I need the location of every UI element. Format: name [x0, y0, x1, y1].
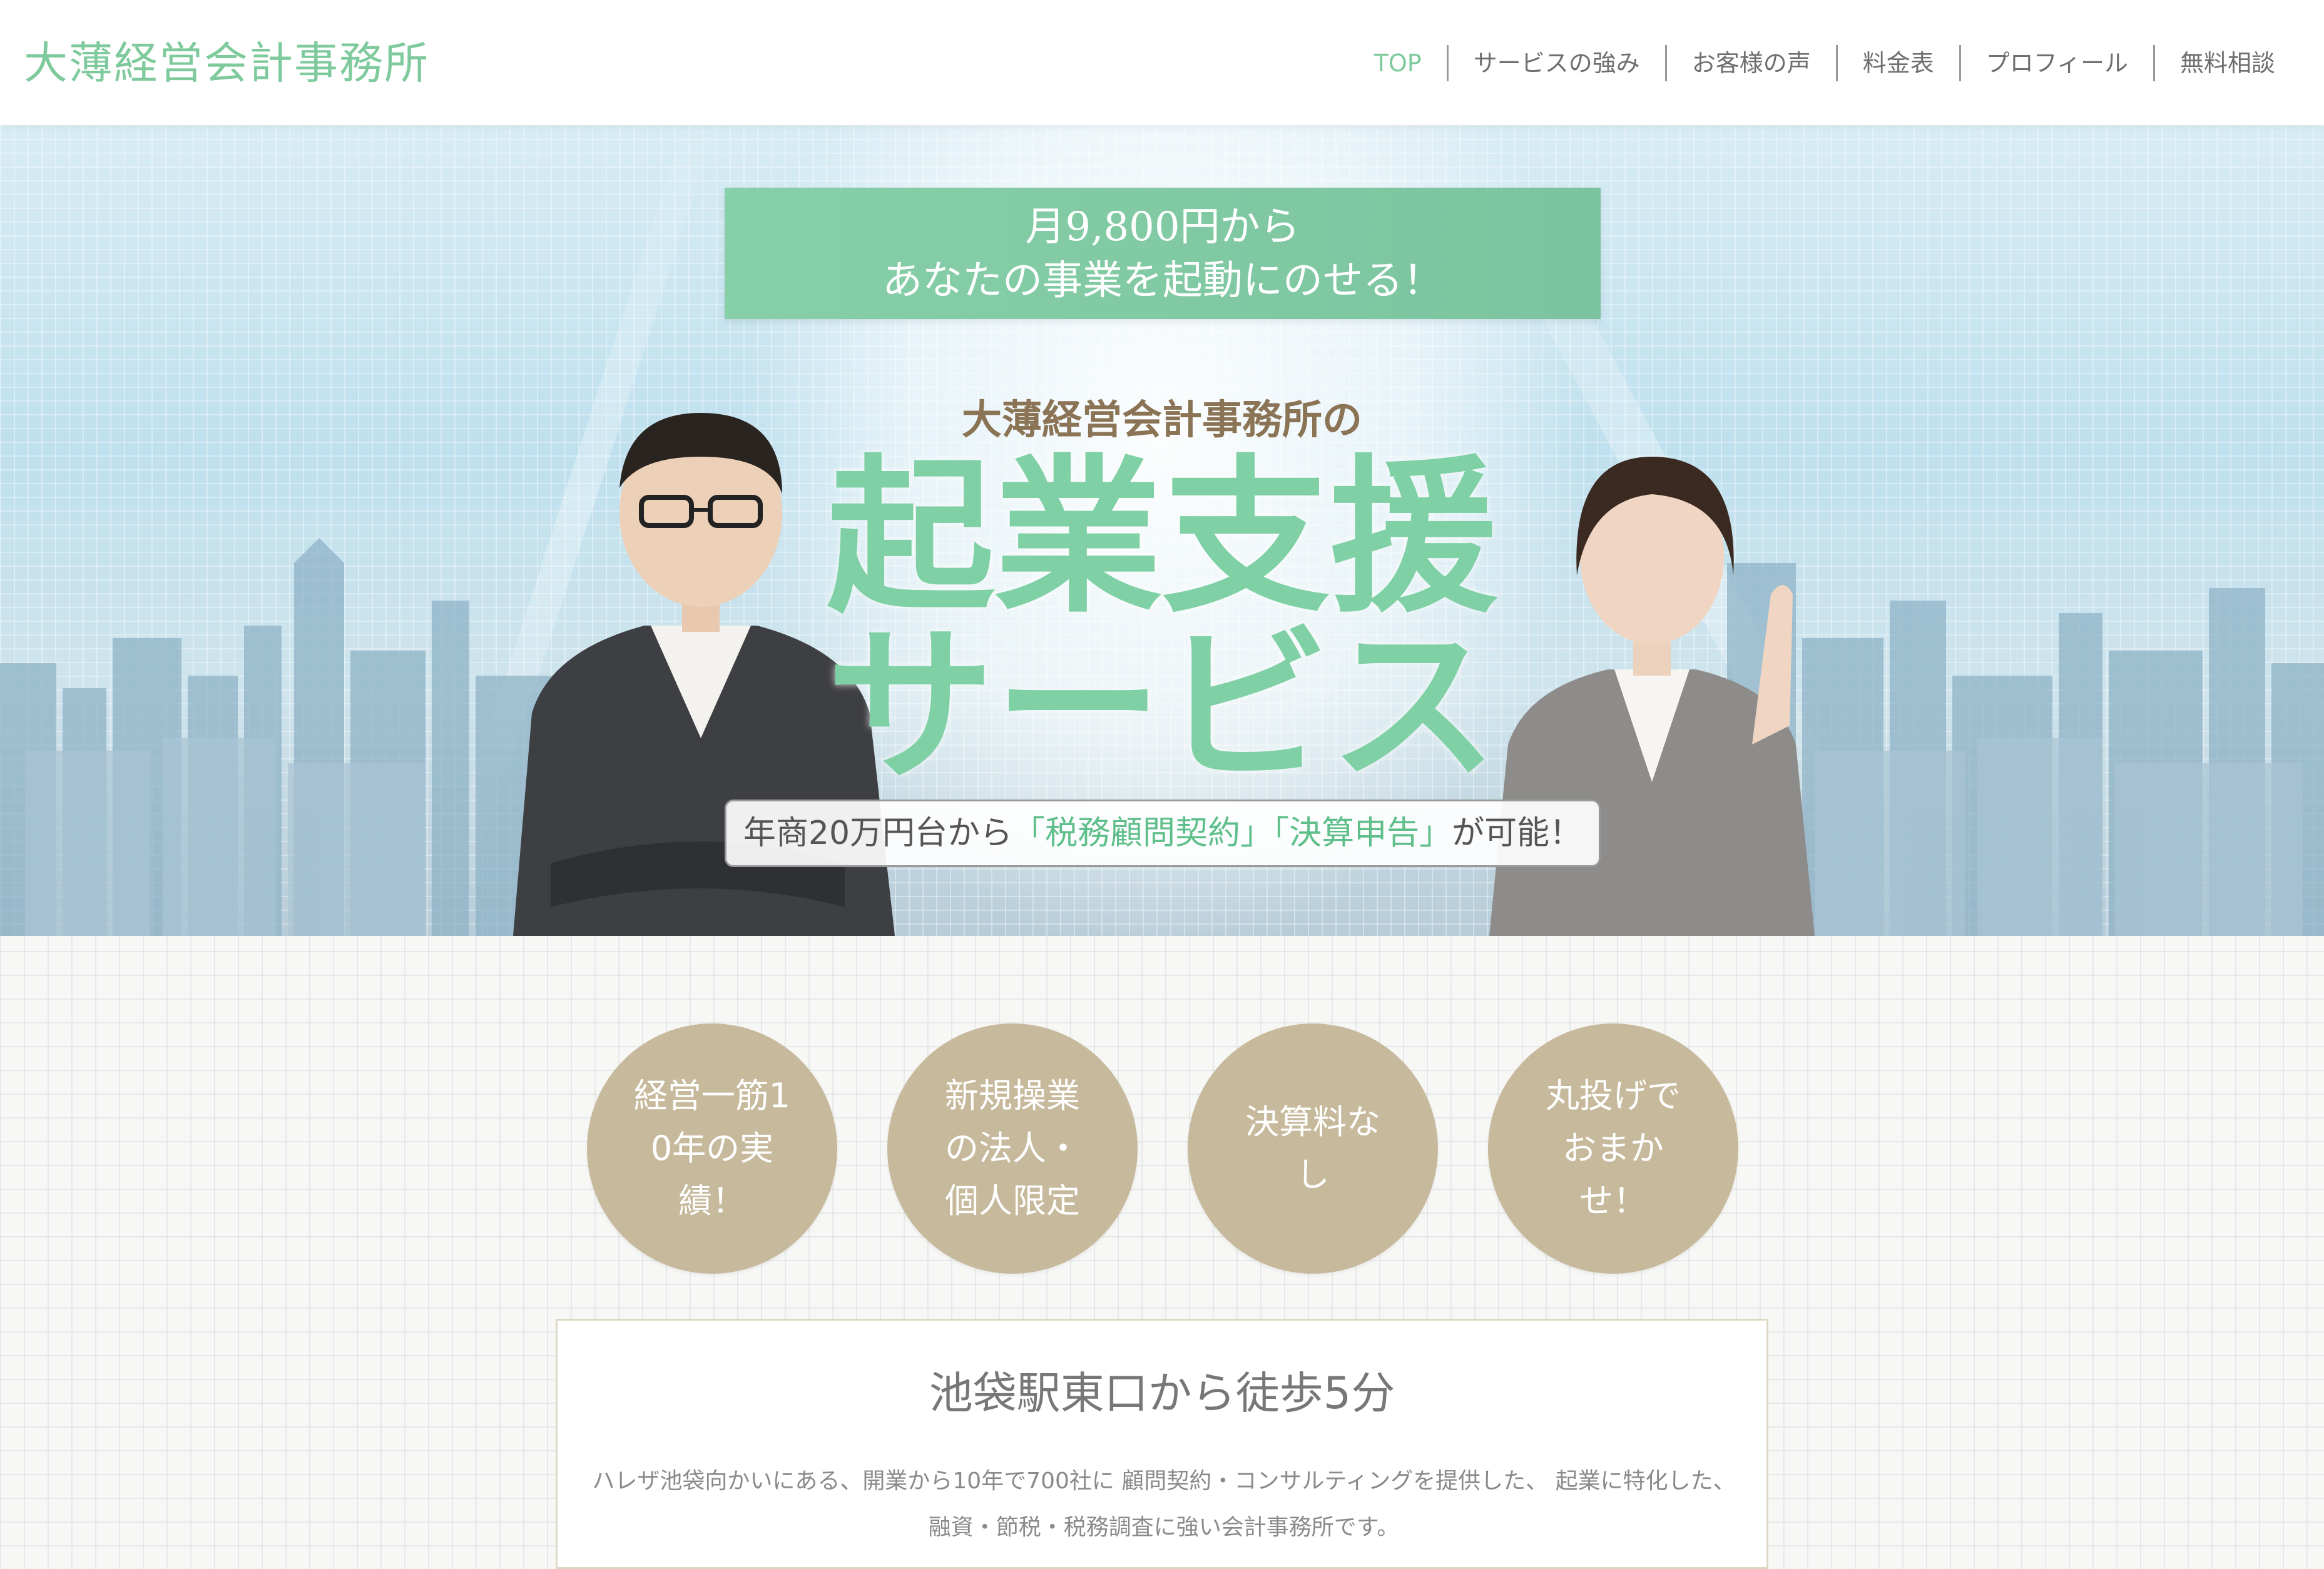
feature-circles: 経営一筋10年の実績！ 新規操業の法人・個人限定 決算料なし 丸投げでおまかせ！	[0, 1023, 2324, 1274]
nav-item-profile[interactable]: プロフィール	[1959, 45, 2153, 81]
office-heading: 大薄経営会計事務所の	[962, 397, 1362, 444]
hero-section: 月9,800円から あなたの事業を起動にのせる！ 大薄経営会計事務所の 起業支援…	[0, 125, 2324, 936]
nav-item-strengths[interactable]: サービスの強み	[1446, 45, 1665, 81]
service-title-line-1: 起業支援	[827, 440, 1497, 636]
nav-item-testimonials[interactable]: お客様の声	[1664, 45, 1836, 81]
access-title: 池袋駅東口から徒歩5分	[929, 1368, 1395, 1419]
access-info-box: 池袋駅東口から徒歩5分 ハレザ池袋向かいにある、開業から10年で700社に 顧問…	[556, 1319, 1768, 1569]
feature-text: 新規操業の法人・個人限定	[945, 1076, 1080, 1221]
feature-text: 丸投げでおまかせ！	[1546, 1076, 1681, 1221]
access-description-line-1: ハレザ池袋向かいにある、開業から10年で700社に 顧問契約・コンサルティングを…	[592, 1468, 1736, 1494]
banner-line-2: あなたの事業を起動にのせる！	[882, 258, 1443, 304]
nav-item-pricing[interactable]: 料金表	[1835, 45, 1959, 81]
feature-circle-experience: 経営一筋10年の実績！	[587, 1023, 837, 1274]
tagline-box: 年商20万円台から「税務顧問契約」「決算申告」が可能！	[725, 800, 1601, 867]
nav-item-free-consultation[interactable]: 無料相談	[2153, 45, 2300, 81]
site-header: 大薄経営会計事務所 TOP サービスの強み お客様の声 料金表 プロフィール 無…	[0, 0, 2324, 125]
nav-item-top[interactable]: TOP	[1349, 45, 1447, 81]
access-description-line-2: 融資・節税・税務調査に強い会計事務所です。	[928, 1515, 1400, 1540]
banner-line-1: 月9,800円から	[1025, 204, 1300, 250]
main-nav: TOP サービスの強み お客様の声 料金表 プロフィール 無料相談	[1349, 45, 2300, 81]
feature-circle-new-business: 新規操業の法人・個人限定	[887, 1023, 1138, 1274]
service-title-line-2: サービス	[827, 609, 1497, 805]
access-description: ハレザ池袋向かいにある、開業から10年で700社に 顧問契約・コンサルティングを…	[583, 1458, 1745, 1551]
tagline-text: 年商20万円台から	[743, 815, 1013, 852]
tagline-highlight-tax-advisory: 「税務顧問契約」	[1012, 815, 1273, 852]
tagline-text-end: が可能！	[1452, 815, 1582, 852]
feature-circle-no-settlement-fee: 決算料なし	[1188, 1023, 1438, 1274]
feature-text: 決算料なし	[1245, 1102, 1380, 1194]
tagline-highlight-settlement: 「決算申告」	[1273, 815, 1452, 852]
feature-circle-full-service: 丸投げでおまかせ！	[1488, 1023, 1738, 1274]
price-banner: 月9,800円から あなたの事業を起動にのせる！	[725, 188, 1601, 319]
site-title-logo[interactable]: 大薄経営会計事務所	[24, 35, 429, 91]
feature-text: 経営一筋10年の実績！	[633, 1076, 791, 1221]
